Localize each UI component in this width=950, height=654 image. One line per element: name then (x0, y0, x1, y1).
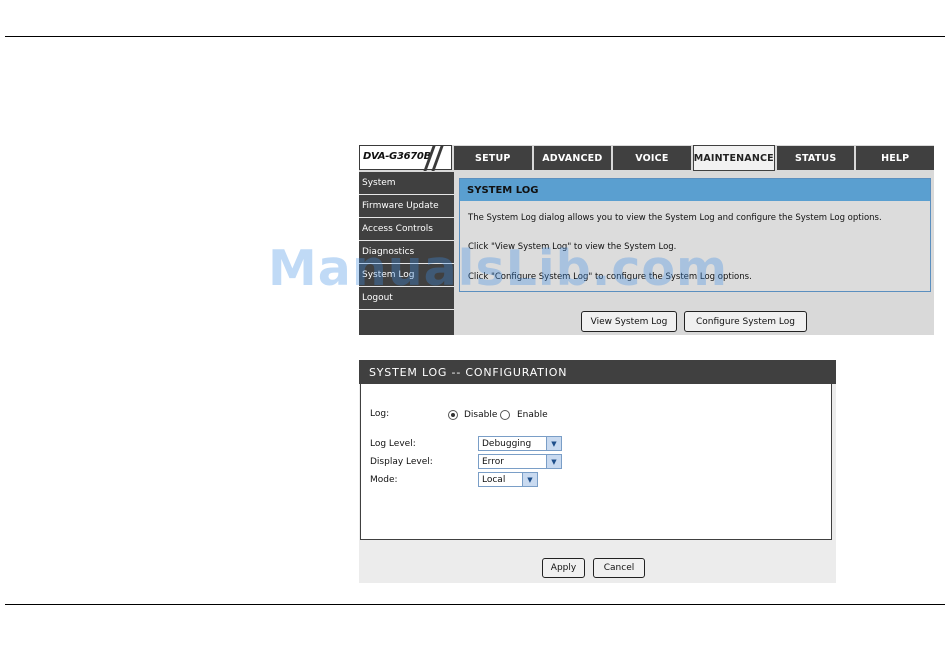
sidebar-filler (359, 310, 454, 333)
panel-view-hint: Click "View System Log" to view the Syst… (468, 242, 677, 252)
tab-maintenance[interactable]: MAINTENANCE (692, 145, 775, 171)
mode-value: Local (482, 474, 506, 485)
system-log-panel: SYSTEM LOG The System Log dialog allows … (459, 178, 931, 292)
log-level-label: Log Level: (370, 439, 416, 449)
log-label: Log: (370, 409, 390, 419)
log-disable-radio[interactable] (448, 410, 458, 420)
tab-help[interactable]: HELP (856, 146, 934, 170)
display-level-value: Error (482, 456, 504, 467)
sidebar-item-logout[interactable]: Logout (359, 287, 454, 310)
panel-configure-hint: Click "Configure System Log" to configur… (468, 272, 752, 282)
panel-description: The System Log dialog allows you to view… (468, 213, 882, 223)
cancel-button[interactable]: Cancel (593, 558, 645, 578)
mode-label: Mode: (370, 475, 398, 485)
log-disable-label: Disable (464, 410, 498, 420)
mode-select[interactable]: Local ▼ (478, 472, 538, 487)
display-level-select[interactable]: Error ▼ (478, 454, 562, 469)
tab-voice[interactable]: VOICE (613, 146, 691, 170)
log-level-value: Debugging (482, 438, 532, 449)
display-level-label: Display Level: (370, 457, 433, 467)
apply-button[interactable]: Apply (542, 558, 585, 578)
bottom-rule (5, 604, 945, 605)
router-logo: DVA-G3670B (359, 145, 452, 171)
log-level-select[interactable]: Debugging ▼ (478, 436, 562, 451)
tab-setup[interactable]: SETUP (454, 146, 532, 170)
configure-system-log-button[interactable]: Configure System Log (684, 311, 807, 332)
sidebar-item-access-controls[interactable]: Access Controls (359, 218, 454, 241)
log-enable-label: Enable (517, 410, 548, 420)
panel-title: SYSTEM LOG (460, 179, 930, 201)
sidebar-item-system-log[interactable]: System Log (359, 264, 454, 287)
config-title: SYSTEM LOG -- CONFIGURATION (359, 360, 836, 384)
chevron-down-icon: ▼ (522, 473, 537, 486)
log-enable-radio[interactable] (500, 410, 510, 420)
router-model: DVA-G3670B (363, 151, 431, 162)
sidebar-item-firmware-update[interactable]: Firmware Update (359, 195, 454, 218)
view-system-log-button[interactable]: View System Log (581, 311, 677, 332)
chevron-down-icon: ▼ (546, 437, 561, 450)
sidebar: System Firmware Update Access Controls D… (359, 172, 454, 335)
chevron-down-icon: ▼ (546, 455, 561, 468)
top-rule (5, 36, 945, 37)
sidebar-item-diagnostics[interactable]: Diagnostics (359, 241, 454, 264)
router-ui-log-config: SYSTEM LOG -- CONFIGURATION Log: Disable… (359, 360, 836, 583)
config-form: Log: Disable Enable Log Level: Debugging… (360, 384, 832, 540)
top-nav-tabs: SETUP ADVANCED VOICE MAINTENANCE STATUS … (454, 145, 934, 171)
sidebar-item-system[interactable]: System (359, 172, 454, 195)
tab-advanced[interactable]: ADVANCED (533, 146, 612, 170)
router-ui-maintenance: DVA-G3670B SETUP ADVANCED VOICE MAINTENA… (359, 145, 934, 335)
tab-status[interactable]: STATUS (776, 146, 855, 170)
